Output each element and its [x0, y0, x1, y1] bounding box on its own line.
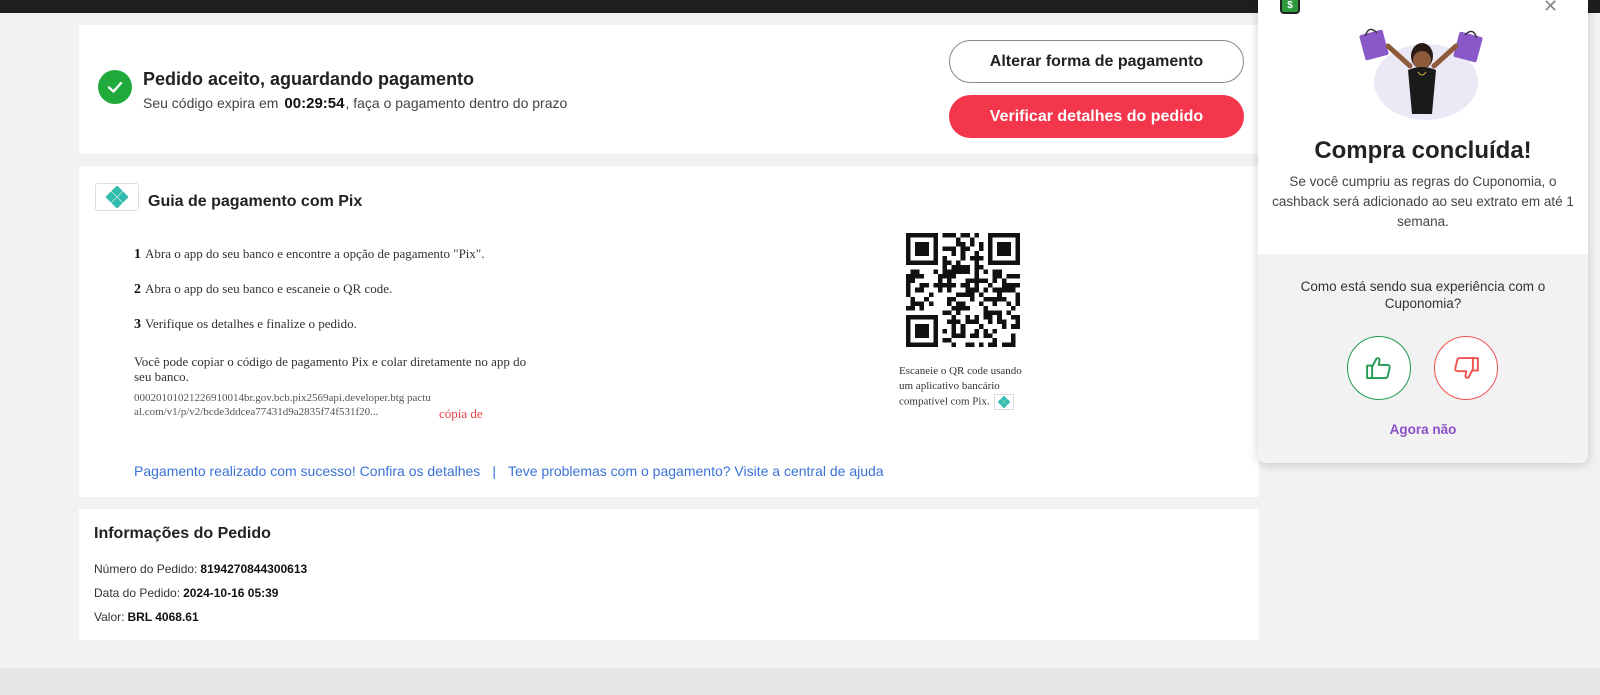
pix-guide-card: Guia de pagamento com Pix 1 Abra o app do…: [79, 166, 1259, 497]
status-subtitle-prefix: Seu código expira em: [143, 95, 279, 111]
pix-small-icon: [993, 394, 1014, 410]
payment-status-card: Pedido aceito, aguardando pagamento Seu …: [79, 25, 1259, 154]
order-value-row: Valor: BRL 4068.61: [94, 610, 199, 624]
step-text: Abra o app do seu banco e escaneie o QR …: [145, 281, 393, 296]
popup-message: Se você cumpriu as regras do Cuponomia, …: [1272, 174, 1574, 229]
qr-code-icon: [906, 233, 1020, 347]
payment-help-links: Pagamento realizado com sucesso! Confira…: [134, 463, 884, 479]
order-info-card: Informações do Pedido Número do Pedido: 8…: [79, 509, 1259, 640]
order-details-button[interactable]: Verificar detalhes do pedido: [949, 95, 1244, 138]
popup-title: Compra concluída!: [1314, 137, 1532, 164]
payment-success-link[interactable]: Pagamento realizado com sucesso! Confira…: [134, 463, 480, 479]
pix-step: 3 Verifique os detalhes e finalize o pedi…: [134, 316, 357, 333]
order-info-title: Informações do Pedido: [94, 525, 271, 542]
pix-guide-title: Guia de pagamento com Pix: [148, 193, 363, 210]
step-number: 1: [134, 247, 141, 262]
status-subtitle-suffix: , faça o pagamento dentro do prazo: [345, 95, 568, 111]
link-separator: |: [492, 463, 496, 479]
info-label: Valor:: [94, 610, 125, 624]
check-circle-icon: [98, 70, 132, 104]
order-date-value: 2024-10-16 05:39: [183, 586, 279, 600]
order-number-value: 8194270844300613: [200, 562, 308, 576]
thumbs-up-button[interactable]: [1347, 336, 1411, 400]
info-label: Número do Pedido:: [94, 562, 198, 576]
copy-code-note: Você pode copiar o código de pagamento P…: [134, 354, 527, 384]
status-subtitle: Seu código expira em 00:29:54, faça o pag…: [143, 95, 567, 112]
pix-code-text[interactable]: 00020101021226910014br.gov.bcb.pix2569ap…: [134, 391, 434, 419]
order-number-row: Número do Pedido: 8194270844300613: [94, 562, 307, 576]
expiry-timer: 00:29:54: [284, 95, 345, 112]
thumbs-down-icon: [1454, 357, 1479, 379]
shopping-woman-illustration: [1359, 28, 1483, 120]
step-text: Verifique os detalhes e finalize o pedid…: [145, 316, 357, 331]
help-center-link[interactable]: Teve problemas com o pagamento? Visite a…: [508, 463, 884, 479]
order-date-row: Data do Pedido: 2024-10-16 05:39: [94, 586, 278, 600]
pix-icon: [95, 183, 139, 211]
info-label: Data do Pedido:: [94, 586, 181, 600]
step-number: 3: [134, 317, 141, 332]
step-number: 2: [134, 282, 141, 297]
cuponomia-icon: $: [1280, 0, 1300, 14]
pix-step: 1 Abra o app do seu banco e encontre a op…: [134, 246, 484, 263]
change-payment-button[interactable]: Alterar forma de pagamento: [949, 40, 1244, 83]
thumbs-up-icon: [1366, 357, 1391, 379]
order-value-value: BRL 4068.61: [127, 610, 199, 624]
status-title: Pedido aceito, aguardando pagamento: [143, 69, 475, 89]
copy-code-link[interactable]: cópia de: [439, 406, 483, 422]
qr-caption: Escaneie o QR code usando um aplicativo …: [899, 364, 1029, 410]
pix-step: 2 Abra o app do seu banco e escaneie o QR…: [134, 281, 392, 298]
not-now-button[interactable]: Agora não: [1258, 422, 1588, 437]
feedback-question: Como está sendo sua experiência com o Cu…: [1300, 279, 1546, 311]
thumbs-down-button[interactable]: [1434, 336, 1498, 400]
cashback-popup: $ ✕ Compra concluída! Se você cumpriu as…: [1258, 0, 1588, 463]
close-icon[interactable]: ✕: [1543, 0, 1558, 17]
step-text: Abra o app do seu banco e encontre a opç…: [145, 246, 485, 261]
footer-strip: [0, 668, 1600, 695]
